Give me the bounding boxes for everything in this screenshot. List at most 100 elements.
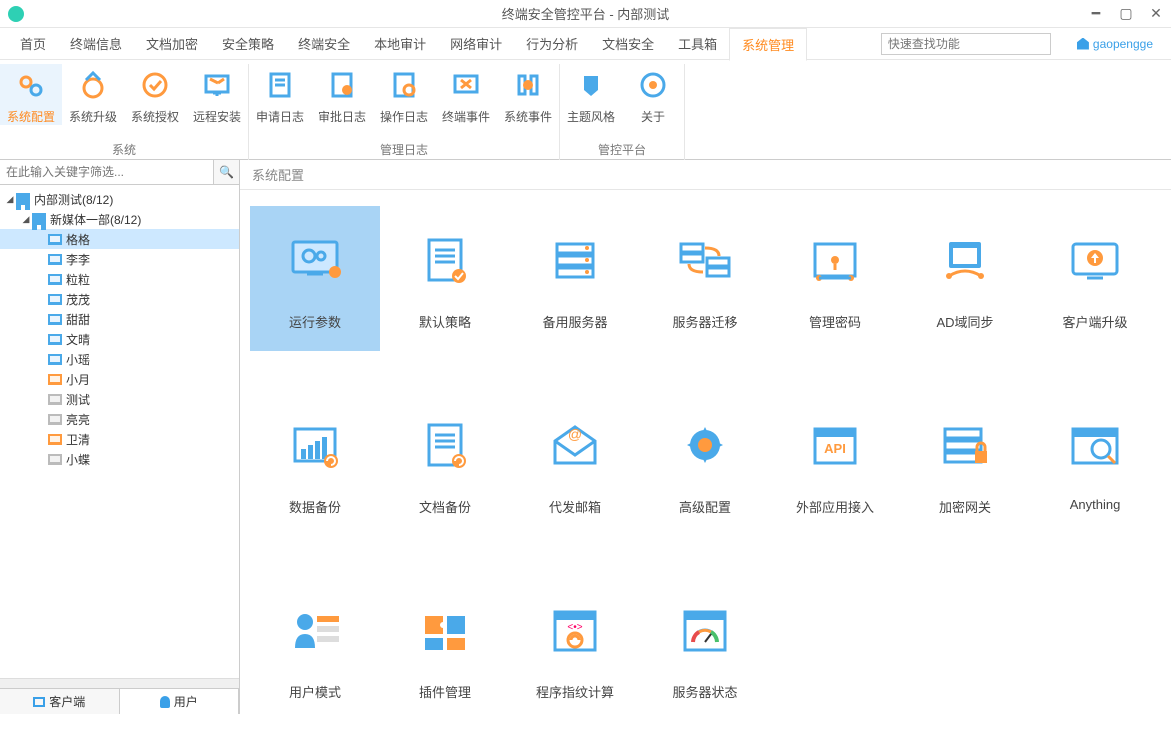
config-tile[interactable]: 客户端升级 — [1030, 206, 1160, 351]
menu-item[interactable]: 终端信息 — [58, 28, 134, 59]
terminal-icon — [48, 374, 62, 385]
tile-icon: @ — [545, 421, 605, 469]
ribbon-button[interactable]: 系统配置 — [0, 64, 62, 125]
config-tile[interactable]: 加密网关 — [900, 391, 1030, 536]
config-tile[interactable]: API外部应用接入 — [770, 391, 900, 536]
ribbon-label: 终端事件 — [435, 108, 497, 125]
tree-leaf[interactable]: 李李 — [0, 249, 239, 269]
tree-leaf[interactable]: 粒粒 — [0, 269, 239, 289]
menu-item[interactable]: 文档安全 — [590, 28, 666, 59]
config-tile[interactable]: 用户模式 — [250, 576, 380, 714]
menu-item[interactable]: 网络审计 — [438, 28, 514, 59]
tree-label: 新媒体一部(8/12) — [50, 211, 141, 228]
tree-label: 亮亮 — [66, 411, 90, 428]
ribbon-button[interactable]: 终端事件 — [435, 64, 497, 125]
tile-label: 文档备份 — [419, 497, 471, 516]
config-tile[interactable]: 插件管理 — [380, 576, 510, 714]
sidebar-tab-label: 用户 — [174, 693, 198, 710]
config-tile[interactable]: 服务器迁移 — [640, 206, 770, 351]
terminal-icon — [48, 294, 62, 305]
tree-label: 格格 — [66, 231, 90, 248]
minimize-button[interactable]: ━ — [1081, 0, 1111, 28]
tree-leaf[interactable]: 小瑶 — [0, 349, 239, 369]
sidebar-tab[interactable]: 用户 — [120, 689, 240, 714]
config-tile[interactable]: 高级配置 — [640, 391, 770, 536]
tree-twist-icon[interactable]: ◢ — [20, 214, 32, 225]
ribbon-button[interactable]: 操作日志 — [373, 64, 435, 125]
menu-item[interactable]: 终端安全 — [286, 28, 362, 59]
ribbon-button[interactable]: 申请日志 — [249, 64, 311, 125]
ribbon-button[interactable]: 系统事件 — [497, 64, 559, 125]
content-panel: 系统配置 运行参数 默认策略备用服务器服务器迁移管理密码 AD域同步 客户端升级数据备… — [240, 160, 1171, 714]
terminal-icon — [48, 434, 62, 445]
tree-group[interactable]: ◢ 新媒体一部(8/12) — [0, 209, 239, 229]
ribbon-label: 审批日志 — [311, 108, 373, 125]
tree-leaf[interactable]: 亮亮 — [0, 409, 239, 429]
sidebar-search-input[interactable] — [0, 160, 213, 184]
config-tile[interactable]: @代发邮箱 — [510, 391, 640, 536]
sidebar: 🔍 ◢内部测试(8/12)◢新媒体一部(8/12)格格李李粒粒茂茂甜甜文晴小瑶小… — [0, 160, 240, 714]
menu-item[interactable]: 首页 — [8, 28, 58, 59]
config-tile[interactable]: 运行参数 — [250, 206, 380, 351]
menu-item[interactable]: 系统管理 — [729, 28, 807, 61]
menu-item[interactable]: 安全策略 — [210, 28, 286, 59]
tile-label: Anything — [1070, 497, 1121, 512]
config-tile[interactable]: 数据备份 — [250, 391, 380, 536]
ribbon-button[interactable]: 主题风格 — [560, 64, 622, 125]
maximize-button[interactable]: ▢ — [1111, 0, 1141, 28]
ribbon-group-label: 管理日志 — [249, 141, 559, 158]
tree-leaf[interactable]: 格格 — [0, 229, 239, 249]
org-icon — [16, 193, 30, 205]
tree-leaf[interactable]: 甜甜 — [0, 309, 239, 329]
sidebar-tab[interactable]: 客户端 — [0, 689, 120, 714]
terminal-icon — [48, 354, 62, 365]
config-tile[interactable]: 默认策略 — [380, 206, 510, 351]
tile-label: 运行参数 — [289, 312, 341, 331]
menu-item[interactable]: 文档加密 — [134, 28, 210, 59]
config-tile[interactable]: 管理密码 — [770, 206, 900, 351]
tile-icon — [1065, 236, 1125, 284]
tile-icon: <•> — [545, 606, 605, 654]
tree-leaf[interactable]: 测试 — [0, 389, 239, 409]
tile-label: 数据备份 — [289, 497, 341, 516]
tree-label: 李李 — [66, 251, 90, 268]
config-tile[interactable]: 文档备份 — [380, 391, 510, 536]
config-tile[interactable]: <•>程序指纹计算 — [510, 576, 640, 714]
tree-label: 茂茂 — [66, 291, 90, 308]
config-tile[interactable]: Anything — [1030, 391, 1160, 536]
close-button[interactable]: ✕ — [1141, 0, 1171, 28]
search-icon[interactable]: 🔍 — [213, 160, 239, 184]
tree-leaf[interactable]: 文晴 — [0, 329, 239, 349]
content-title: 系统配置 — [240, 160, 1171, 190]
tree-twist-icon[interactable]: ◢ — [4, 194, 16, 205]
sidebar-tab-label: 客户端 — [49, 693, 85, 710]
user-chip[interactable]: gaopengge — [1067, 37, 1163, 51]
org-icon — [32, 213, 46, 225]
tree-leaf[interactable]: 卫清 — [0, 429, 239, 449]
tree-leaf[interactable]: 茂茂 — [0, 289, 239, 309]
tile-label: AD域同步 — [936, 312, 993, 331]
ribbon-label: 关于 — [622, 108, 684, 125]
config-tile[interactable]: 服务器状态 — [640, 576, 770, 714]
tree-root[interactable]: ◢内部测试(8/12) — [0, 189, 239, 209]
global-search-input[interactable] — [881, 33, 1051, 55]
menu-item[interactable]: 本地审计 — [362, 28, 438, 59]
ribbon-button[interactable]: 远程安装 — [186, 64, 248, 125]
tree-leaf[interactable]: 小蝶 — [0, 449, 239, 469]
tile-icon — [415, 236, 475, 284]
menu-item[interactable]: 工具箱 — [666, 28, 729, 59]
sidebar-h-scrollbar[interactable] — [0, 678, 239, 688]
tree-label: 粒粒 — [66, 271, 90, 288]
tree-leaf[interactable]: 小月 — [0, 369, 239, 389]
ribbon-button[interactable]: 系统升级 — [62, 64, 124, 125]
config-tile[interactable]: AD域同步 — [900, 206, 1030, 351]
tree-label: 卫清 — [66, 431, 90, 448]
config-tile[interactable]: 备用服务器 — [510, 206, 640, 351]
ribbon-group: 主题风格关于管控平台 — [560, 64, 685, 160]
ribbon-button[interactable]: 关于 — [622, 64, 684, 125]
ribbon-icon — [200, 68, 234, 102]
menu-item[interactable]: 行为分析 — [514, 28, 590, 59]
tree-label: 甜甜 — [66, 311, 90, 328]
ribbon-button[interactable]: 系统授权 — [124, 64, 186, 125]
ribbon-button[interactable]: 审批日志 — [311, 64, 373, 125]
